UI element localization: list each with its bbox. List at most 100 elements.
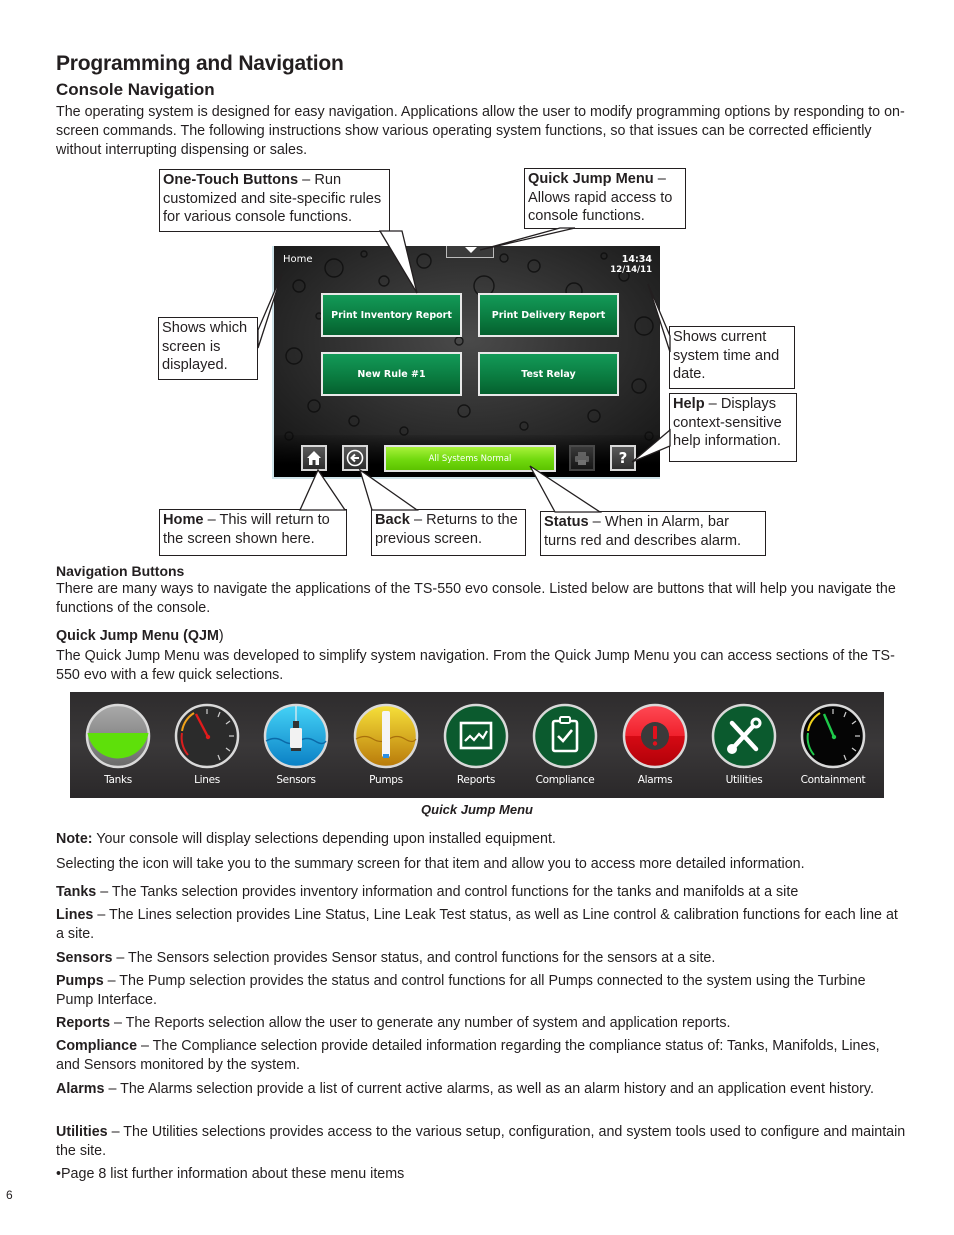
callout-one-touch-buttons: One-Touch Buttons – Run customized and s… — [159, 169, 390, 232]
status-bar[interactable]: All Systems Normal — [384, 445, 556, 472]
containment-gauge-icon — [800, 703, 866, 769]
note-text: Your console will display selections dep… — [92, 831, 556, 847]
home-icon — [307, 451, 321, 465]
help-button[interactable]: ? — [610, 445, 636, 471]
description-text: – The Compliance selection provide detai… — [56, 1038, 880, 1073]
callout-home: Home – This will return to the screen sh… — [159, 509, 347, 556]
gauge-icon — [174, 703, 240, 769]
qjm-label: Tanks — [104, 774, 132, 786]
description-tanks: Tanks – The Tanks selection provides inv… — [56, 883, 906, 902]
qjm-label: Sensors — [276, 774, 316, 786]
callout-quick-jump-menu: Quick Jump Menu – Allows rapid access to… — [524, 168, 686, 229]
description-reports: Reports – The Reports selection allow th… — [56, 1014, 906, 1033]
qjm-heading-main: Quick Jump Menu ( — [56, 628, 188, 644]
description-compliance: Compliance – The Compliance selection pr… — [56, 1037, 906, 1075]
sensor-probe-icon — [263, 703, 329, 769]
description-term: Reports — [56, 1015, 111, 1031]
qjm-item-reports[interactable]: Reports — [431, 692, 521, 798]
description-lines: Lines – The Lines selection provides Lin… — [56, 906, 906, 944]
back-arrow-icon — [346, 449, 364, 467]
description-term: Alarms — [56, 1081, 105, 1097]
description-sensors: Sensors – The Sensors selection provides… — [56, 949, 906, 968]
intro-paragraph: The operating system is designed for eas… — [56, 104, 905, 158]
help-question-icon: ? — [618, 449, 628, 467]
clipboard-check-icon — [532, 703, 598, 769]
note-label: Note: — [56, 831, 93, 847]
qjm-item-pumps[interactable]: Pumps — [341, 692, 431, 798]
callout-term: Back — [375, 512, 410, 528]
page-title: Programming and Navigation — [56, 52, 344, 75]
back-button[interactable] — [342, 445, 368, 471]
callout-text: Shows current system time and date. — [673, 329, 780, 383]
footnote: •Page 8 list further information about t… — [56, 1166, 405, 1182]
callout-help: Help – Displays context-sensitive help i… — [669, 393, 797, 462]
navigation-buttons-paragraph: There are many ways to navigate the appl… — [56, 581, 896, 616]
description-pumps: Pumps – The Pump selection provides the … — [56, 972, 906, 1010]
quick-jump-menu-bar: Tanks Lines Sensors Pumps Reports Compli… — [70, 692, 884, 798]
description-term: Utilities — [56, 1124, 108, 1140]
one-touch-button-new-rule[interactable]: New Rule #1 — [321, 352, 462, 396]
qjm-paragraph: The Quick Jump Menu was developed to sim… — [56, 648, 895, 683]
one-touch-button-test-relay[interactable]: Test Relay — [478, 352, 619, 396]
description-text: – The Reports selection allow the user t… — [110, 1015, 731, 1031]
console-screen: Home 14:34 12/14/11 Print Inventory Repo… — [272, 246, 660, 479]
description-text: – The Sensors selection provides Sensor … — [112, 950, 716, 966]
callout-time-date: Shows current system time and date. — [669, 326, 795, 389]
clock-date: 12/14/11 — [610, 265, 652, 275]
description-term: Sensors — [56, 950, 113, 966]
description-text: – The Lines selection provides Line Stat… — [56, 907, 898, 942]
description-utilities: Utilities – The Utilities selections pro… — [56, 1123, 906, 1161]
qjm-label: Compliance — [535, 774, 595, 786]
print-button[interactable] — [569, 445, 595, 471]
callout-back: Back – Returns to the previous screen. — [371, 509, 526, 556]
tools-icon — [711, 703, 777, 769]
callout-term: One-Touch Buttons — [163, 172, 299, 188]
description-text: – The Pump selection provides the status… — [56, 973, 866, 1008]
section-title: Console Navigation — [56, 80, 215, 99]
alarm-exclamation-icon — [622, 703, 688, 769]
description-text: – The Utilities selections provides acce… — [56, 1124, 906, 1159]
navigation-buttons-heading: Navigation Buttons — [56, 563, 185, 579]
qjm-label: Alarms — [637, 774, 673, 786]
tank-level-icon — [85, 703, 151, 769]
qjm-heading-end: ) — [218, 628, 224, 644]
qjm-label: Utilities — [725, 774, 763, 786]
callout-text: Shows which screen is displayed. — [162, 320, 248, 374]
callout-status: Status – When in Alarm, bar turns red an… — [540, 511, 766, 556]
qjm-item-utilities[interactable]: Utilities — [699, 692, 789, 798]
description-term: Compliance — [56, 1038, 138, 1054]
description-term: Lines — [56, 907, 94, 923]
qjm-item-tanks[interactable]: Tanks — [73, 692, 163, 798]
description-alarms: Alarms – The Alarms selection provide a … — [56, 1080, 906, 1099]
quick-jump-menu-tab[interactable] — [446, 246, 494, 258]
description-text: – The Tanks selection provides inventory… — [96, 884, 799, 900]
callout-term: Help — [673, 396, 705, 412]
callout-screen-shown: Shows which screen is displayed. — [158, 317, 258, 380]
callout-term: Quick Jump Menu — [528, 171, 654, 187]
qjm-heading-abbr: QJM — [187, 628, 219, 644]
page-number: 6 — [6, 1188, 13, 1202]
qjm-label: Reports — [456, 774, 496, 786]
qjm-label: Containment — [800, 774, 866, 786]
description-text: – The Alarms selection provide a list of… — [104, 1081, 874, 1097]
current-screen-label: Home — [283, 254, 313, 265]
selecting-paragraph: Selecting the icon will take you to the … — [56, 856, 805, 872]
report-chart-icon — [443, 703, 509, 769]
qjm-label: Pumps — [369, 774, 403, 786]
qjm-item-alarms[interactable]: Alarms — [610, 692, 700, 798]
qjm-heading: Quick Jump Menu (QJM) — [56, 628, 224, 644]
description-term: Pumps — [56, 973, 104, 989]
note-paragraph: Note: Your console will display selectio… — [56, 830, 906, 849]
qjm-label: Lines — [194, 774, 220, 786]
description-term: Tanks — [56, 884, 97, 900]
figure-caption: Quick Jump Menu — [421, 802, 533, 817]
qjm-item-compliance[interactable]: Compliance — [520, 692, 610, 798]
pump-icon — [353, 703, 419, 769]
one-touch-button-print-inventory-report[interactable]: Print Inventory Report — [321, 293, 462, 337]
qjm-item-sensors[interactable]: Sensors — [251, 692, 341, 798]
home-button[interactable] — [301, 445, 327, 471]
qjm-item-containment[interactable]: Containment — [788, 692, 878, 798]
one-touch-button-print-delivery-report[interactable]: Print Delivery Report — [478, 293, 619, 337]
qjm-item-lines[interactable]: Lines — [162, 692, 252, 798]
clock-time: 14:34 — [621, 254, 652, 265]
